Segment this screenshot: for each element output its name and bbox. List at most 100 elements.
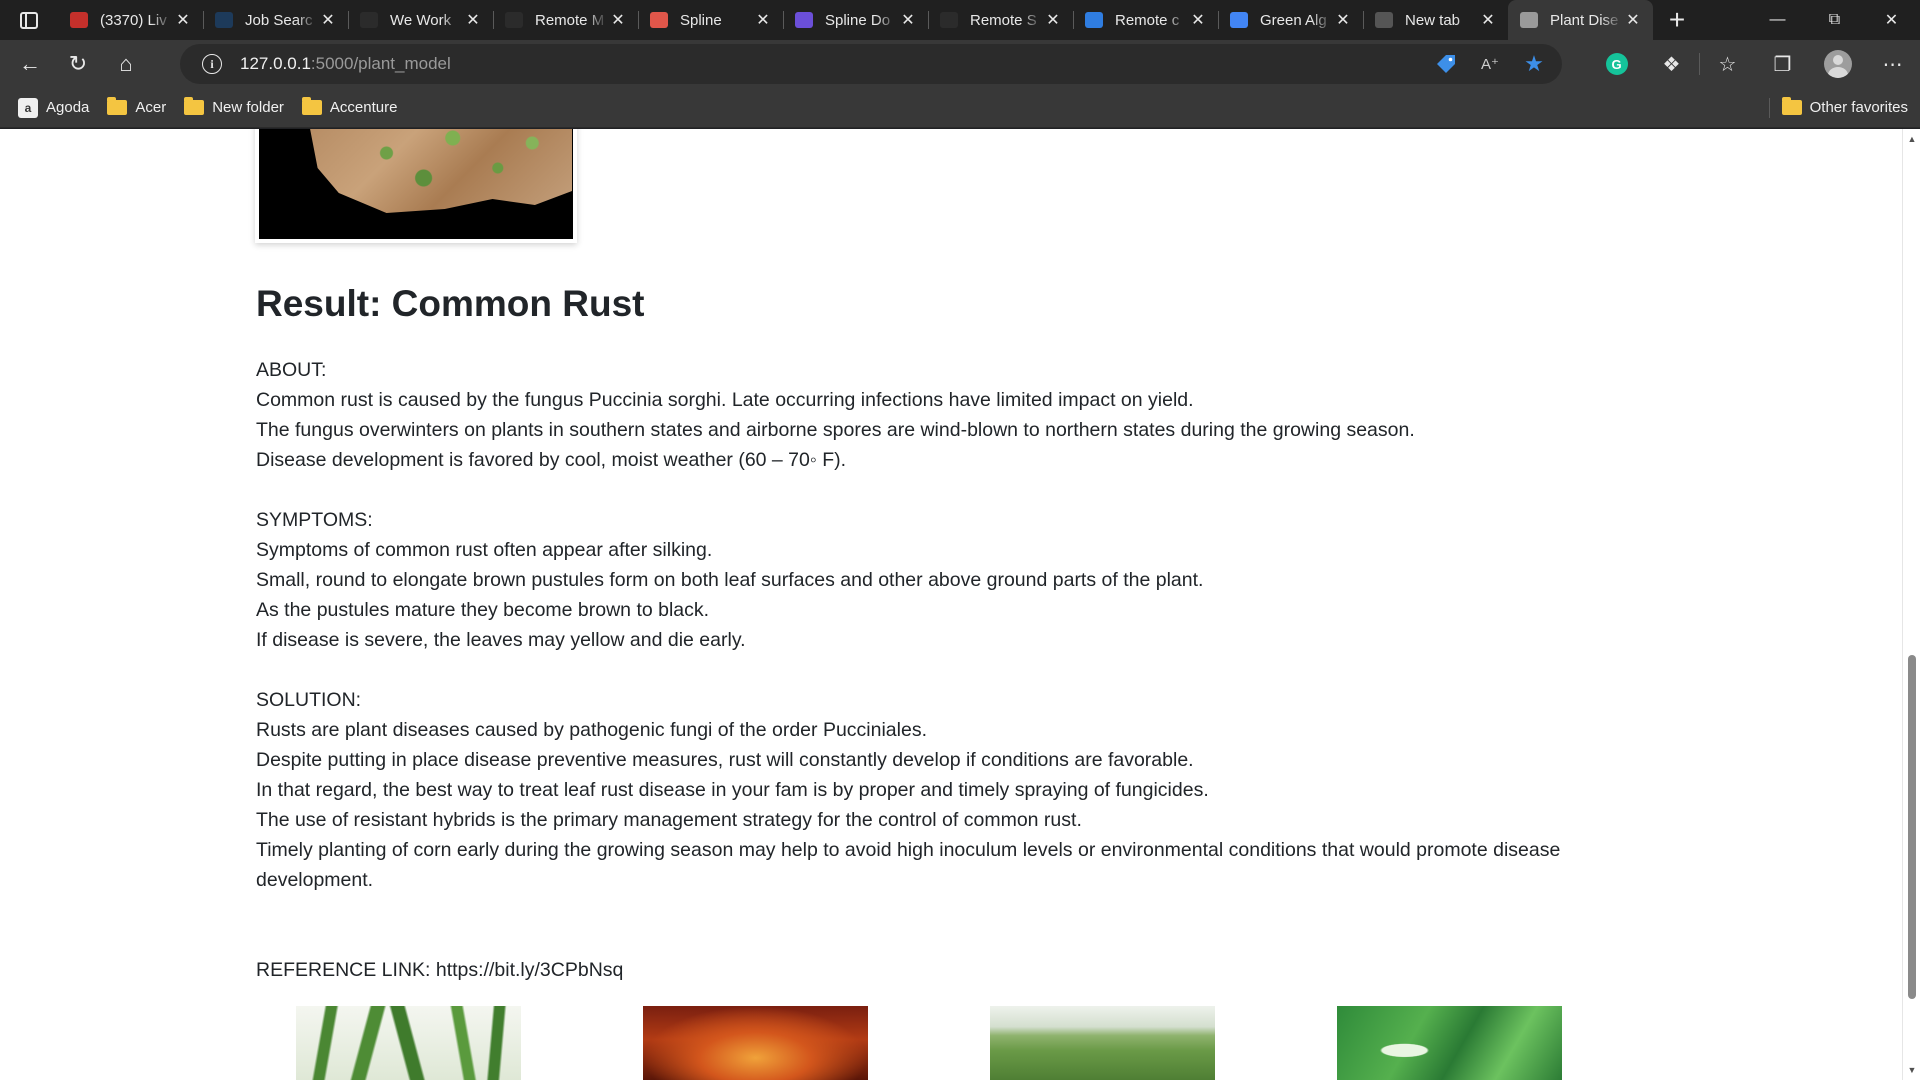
other-favorites-label: Other favorites — [1809, 99, 1908, 116]
close-window-button[interactable]: ✕ — [1863, 0, 1920, 40]
solution-line: In that regard, the best way to treat le… — [256, 779, 1209, 801]
tab-close-icon[interactable]: ✕ — [318, 10, 338, 30]
tab-close-icon[interactable]: ✕ — [608, 10, 628, 30]
url-text[interactable]: 127.0.0.1:5000/plant_model — [240, 54, 451, 74]
solution-line: Timely planting of corn early during the… — [256, 839, 1561, 891]
address-bar[interactable]: i 127.0.0.1:5000/plant_model A⁺ ★ — [180, 44, 1562, 84]
browser-tab[interactable]: New tab ✕ — [1363, 0, 1508, 40]
back-button[interactable]: ← — [6, 44, 54, 84]
gallery-image-fire — [643, 1006, 868, 1080]
grammarly-icon: G — [1605, 53, 1628, 75]
favorites-button[interactable]: ☆ — [1700, 40, 1755, 88]
home-button[interactable]: ⌂ — [102, 44, 150, 84]
tab-title: Job Searc — [245, 11, 313, 29]
puzzle-icon: ❖ — [1662, 53, 1681, 76]
remote-co-icon — [1085, 12, 1103, 28]
favorite-star-icon[interactable]: ★ — [1522, 51, 1546, 76]
folder-icon — [1781, 97, 1802, 115]
browser-tab[interactable]: Green Alg ✕ — [1218, 0, 1363, 40]
refresh-button[interactable]: ↻ — [54, 44, 102, 84]
browser-tab[interactable]: Remote M ✕ — [493, 0, 638, 40]
wwr-icon — [940, 12, 958, 28]
tab-close-icon[interactable]: ✕ — [898, 10, 918, 30]
browser-tab[interactable]: Remote c ✕ — [1073, 0, 1218, 40]
new-tab-button[interactable]: + — [1653, 0, 1701, 40]
leaf-photo — [259, 129, 573, 239]
symptoms-line: If disease is severe, the leaves may yel… — [256, 629, 746, 651]
browser-tab[interactable]: We Work ✕ — [348, 0, 493, 40]
grammarly-extension[interactable]: G — [1589, 40, 1644, 88]
url-host: 127.0.0.1 — [240, 54, 311, 73]
image-gallery — [296, 1006, 1596, 1080]
tab-strip: (3370) Liv ✕ Job Searc ✕ We Work ✕ Remote M ✕ Sp… — [0, 0, 1920, 40]
scroll-up-arrow-icon[interactable]: ▲ — [1903, 131, 1920, 147]
settings-menu-button[interactable]: ⋯ — [1865, 40, 1920, 88]
tab-close-icon[interactable]: ✕ — [1333, 10, 1353, 30]
tab-close-icon[interactable]: ✕ — [1623, 10, 1643, 30]
tab-title: Plant Dise — [1550, 11, 1619, 29]
solution-section: SOLUTION: Rusts are plant diseases cause… — [256, 685, 1646, 895]
scroll-down-arrow-icon[interactable]: ▼ — [1903, 1062, 1920, 1078]
tab-title: Spline Do — [825, 11, 891, 29]
site-info-icon[interactable]: i — [202, 54, 222, 74]
about-line: Disease development is favored by cool, … — [256, 449, 847, 471]
favorite-item[interactable]: Accenture — [301, 97, 398, 116]
tab-close-icon[interactable]: ✕ — [173, 10, 193, 30]
wwr-icon — [360, 12, 378, 28]
reference-link[interactable]: REFERENCE LINK: https://bit.ly/3CPbNsq — [256, 955, 623, 985]
browser-tab[interactable]: Plant Dise ✕ — [1508, 0, 1653, 40]
symptoms-lines: Symptoms of common rust often appear aft… — [256, 535, 1646, 655]
restore-button[interactable]: ⧉ — [1806, 0, 1863, 40]
minimize-icon: — — [1769, 11, 1786, 28]
about-section: ABOUT: Common rust is caused by the fung… — [256, 355, 1646, 475]
page-scrollbar[interactable]: ▲ ▼ — [1902, 129, 1920, 1080]
tab-close-icon[interactable]: ✕ — [753, 10, 773, 30]
browser-tab[interactable]: Spline ✕ — [638, 0, 783, 40]
symptoms-line: As the pustules mature they become brown… — [256, 599, 710, 621]
folder-icon — [107, 97, 128, 115]
about-line: Common rust is caused by the fungus Pucc… — [256, 389, 1194, 411]
shopping-tag-icon[interactable] — [1434, 52, 1458, 76]
youtube-icon — [70, 12, 88, 28]
tabs-container: (3370) Liv ✕ Job Searc ✕ We Work ✕ Remote M ✕ Sp… — [58, 0, 1653, 40]
browser-tab[interactable]: (3370) Liv ✕ — [58, 0, 203, 40]
gallery-image-banana-leaf — [1337, 1006, 1562, 1080]
tab-actions-button[interactable] — [0, 0, 58, 40]
extensions-button[interactable]: ❖ — [1644, 40, 1699, 88]
favorite-item[interactable]: New folder — [184, 97, 284, 116]
plus-icon: + — [1668, 4, 1686, 35]
browser-tab[interactable]: Spline Do ✕ — [783, 0, 928, 40]
tab-close-icon[interactable]: ✕ — [1043, 10, 1063, 30]
refresh-icon: ↻ — [68, 51, 88, 76]
tab-title: (3370) Liv — [100, 11, 167, 29]
page-icon — [1520, 12, 1538, 28]
favorite-item[interactable]: a Agoda — [18, 97, 89, 118]
tab-close-icon[interactable]: ✕ — [1188, 10, 1208, 30]
tab-title: New tab — [1405, 11, 1461, 29]
gallery-image-field — [990, 1006, 1215, 1080]
tab-title: We Work — [390, 11, 452, 29]
job-search-icon — [215, 12, 233, 28]
symptoms-line: Small, round to elongate brown pustules … — [256, 569, 1204, 591]
browser-tab[interactable]: Remote S ✕ — [928, 0, 1073, 40]
back-arrow-icon: ← — [19, 51, 41, 76]
favorite-item[interactable]: Acer — [107, 97, 167, 116]
symptoms-heading: SYMPTOMS: — [256, 509, 373, 531]
scrollbar-thumb[interactable] — [1908, 655, 1916, 999]
minimize-button[interactable]: — — [1749, 0, 1806, 40]
other-favorites[interactable]: Other favorites — [1768, 97, 1908, 118]
page-viewport: Result: Common Rust ABOUT: Common rust i… — [0, 129, 1902, 1080]
collections-button[interactable]: ❐ — [1755, 40, 1810, 88]
url-path: :5000/plant_model — [310, 54, 451, 73]
agoda-icon: a — [18, 97, 38, 118]
tab-title: Remote M — [535, 11, 605, 29]
tab-close-icon[interactable]: ✕ — [1478, 10, 1498, 30]
favorite-label: Acer — [135, 99, 167, 116]
browser-tab[interactable]: Job Searc ✕ — [203, 0, 348, 40]
tab-close-icon[interactable]: ✕ — [463, 10, 483, 30]
tab-title: Remote S — [970, 11, 1037, 29]
favorite-label: Accenture — [329, 99, 398, 116]
profile-button[interactable] — [1810, 40, 1865, 88]
restore-icon: ⧉ — [1828, 11, 1841, 28]
read-aloud-icon[interactable]: A⁺ — [1478, 52, 1502, 76]
